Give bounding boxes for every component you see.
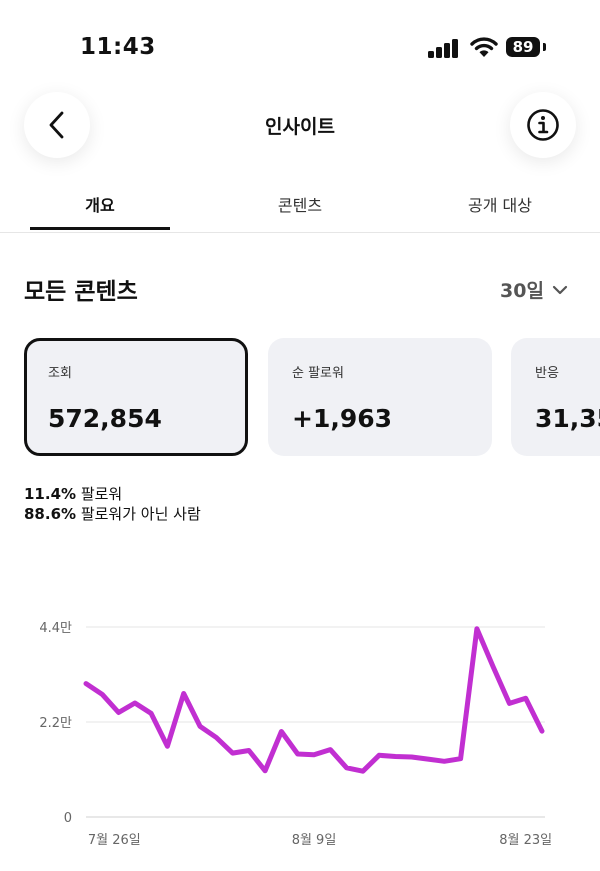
status-bar: 11:43 89: [0, 0, 600, 96]
date-range-label: 30일: [500, 280, 544, 302]
metric-label: 순 팔로워: [292, 366, 344, 381]
cellular-signal-icon: [428, 38, 462, 58]
x-tick-label: 8월 9일: [292, 833, 337, 848]
date-range-dropdown[interactable]: 30일: [500, 276, 568, 303]
metric-card-views[interactable]: 조회 572,854: [24, 338, 248, 456]
tab-audience[interactable]: 공개 대상: [400, 192, 600, 216]
y-tick-label: 0: [64, 811, 72, 826]
tab-overview[interactable]: 개요: [0, 192, 200, 216]
breakdown-percent: 11.4%: [24, 485, 77, 503]
wifi-icon: [470, 37, 498, 57]
chevron-down-icon: [552, 285, 568, 294]
y-tick-label: 2.2만: [39, 716, 72, 731]
info-icon: [527, 109, 559, 141]
series-line: [83, 626, 545, 774]
metric-value: 572,854: [48, 404, 162, 433]
metric-cards: 조회 572,854 순 팔로워 +1,963 반응 31,35: [0, 338, 600, 460]
metric-value: +1,963: [292, 404, 393, 433]
battery-indicator: 89: [506, 37, 540, 57]
breakdown-non-followers: 88.6% 팔로워가 아닌 사람: [24, 504, 201, 524]
info-button[interactable]: [510, 92, 576, 158]
breakdown-followers: 11.4% 팔로워: [24, 484, 201, 504]
breakdown-label: 팔로워: [80, 485, 123, 503]
metric-card-net-followers[interactable]: 순 팔로워 +1,963: [268, 338, 492, 456]
tab-content[interactable]: 콘텐츠: [200, 192, 400, 216]
audience-breakdown: 11.4% 팔로워 88.6% 팔로워가 아닌 사람: [24, 484, 201, 524]
active-tab-indicator: [30, 227, 170, 230]
x-tick-label: 7월 26일: [88, 833, 141, 848]
y-tick-label: 4.4만: [39, 621, 72, 636]
status-time: 11:43: [80, 34, 156, 60]
breakdown-percent: 88.6%: [24, 505, 77, 523]
nav-bar: 인사이트: [0, 92, 600, 164]
metric-label: 조회: [48, 366, 72, 381]
tab-bar: 개요 콘텐츠 공개 대상: [0, 180, 600, 233]
metric-label: 반응: [535, 366, 559, 381]
section-title: 모든 콘텐츠: [24, 279, 138, 305]
metric-value: 31,35: [535, 404, 600, 433]
views-line-chart: 0 2.2만 4.4만 7월 26일 8월 9일 8월 23일: [39, 621, 552, 848]
x-tick-label: 8월 23일: [499, 833, 552, 848]
breakdown-label: 팔로워가 아닌 사람: [80, 505, 201, 523]
battery-cap: [543, 43, 546, 51]
metric-card-interactions[interactable]: 반응 31,35: [511, 338, 600, 456]
